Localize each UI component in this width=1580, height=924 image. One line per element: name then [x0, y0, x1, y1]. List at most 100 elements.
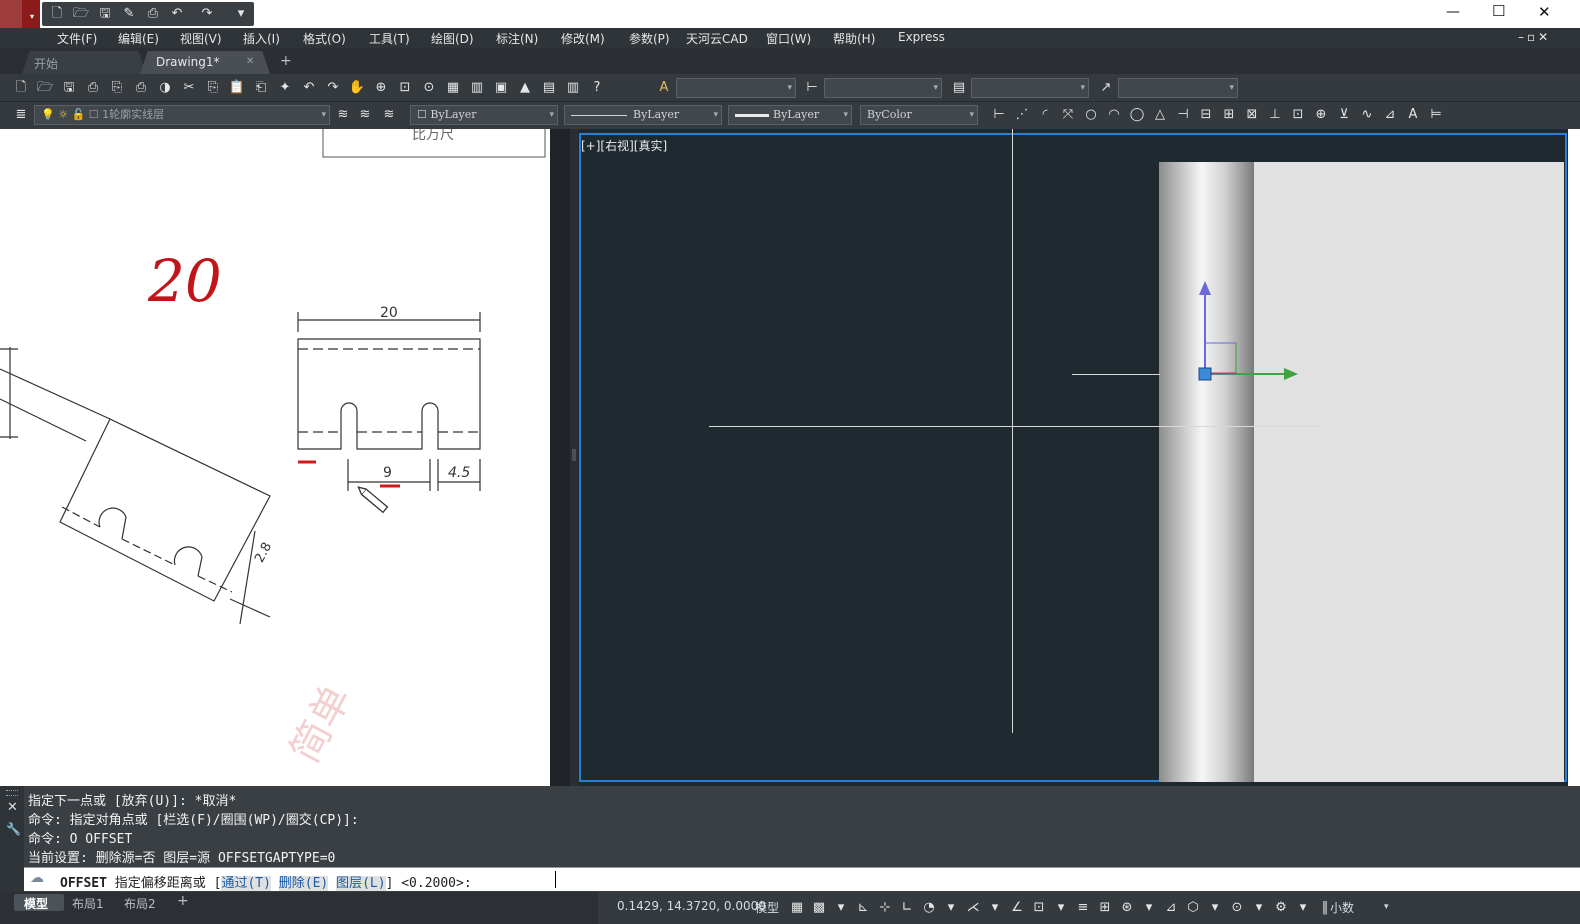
dim-edit-icon[interactable]: ⊿ [1381, 106, 1399, 124]
inspection-icon[interactable]: ⊻ [1335, 106, 1353, 124]
option-through[interactable]: 通过(T) [221, 876, 271, 891]
redo-icon[interactable]: ↷ [198, 5, 216, 23]
plotstyle-select[interactable]: ByColor ▾ [860, 105, 978, 125]
tab-close-icon[interactable]: ✕ [246, 56, 254, 67]
text-style-icon[interactable]: A [655, 79, 673, 97]
saveas-icon[interactable]: ✎ [120, 5, 138, 23]
plot-icon[interactable]: ⎙ [84, 79, 102, 97]
customize-icon[interactable]: ▾ [232, 5, 250, 23]
dim-baseline-icon[interactable]: ⊟ [1197, 106, 1215, 124]
dim-style-select[interactable]: ▾ [824, 78, 942, 98]
pane-divider[interactable] [550, 129, 578, 786]
print-icon[interactable]: ⎙ [144, 5, 162, 23]
save-icon[interactable]: 🖫 [60, 79, 78, 97]
tab-layout1[interactable]: 布局1 [72, 895, 104, 912]
infer-icon[interactable]: ⊾ [854, 899, 872, 917]
paste-icon[interactable]: 📋 [228, 79, 246, 97]
polar-icon[interactable]: ◔ [920, 899, 938, 917]
table-style-select[interactable]: ▾ [971, 78, 1089, 98]
color-select[interactable]: ☐ ByLayer ▾ [410, 105, 558, 125]
menu-edit[interactable]: 编辑(E) [118, 30, 159, 47]
polar-menu-icon[interactable]: ▾ [942, 899, 960, 917]
minimize-button[interactable]: — [1446, 4, 1460, 20]
coordinates-readout[interactable]: 0.1429, 14.3720, 0.0000 [617, 899, 766, 913]
osnap-menu-icon[interactable]: ▾ [1052, 899, 1070, 917]
model-space-toggle[interactable]: 模型 [755, 899, 779, 916]
menu-window[interactable]: 窗口(W) [766, 30, 811, 47]
menu-express[interactable]: Express [898, 30, 945, 44]
pan-icon[interactable]: ✋ [348, 79, 366, 97]
command-window-handle[interactable]: ✕ 🔧 [0, 786, 24, 892]
menu-help[interactable]: 帮助(H) [833, 30, 875, 47]
selection-cycling-icon[interactable]: ⊛ [1118, 899, 1136, 917]
dynamic-ucs-icon[interactable]: ⬡ [1184, 899, 1202, 917]
cylinder-3d-object[interactable] [1159, 162, 1254, 782]
layer-manager-icon[interactable]: ≣ [12, 106, 30, 124]
ucs-gizmo-icon[interactable] [1190, 277, 1300, 387]
snap-menu-icon[interactable]: ▾ [832, 899, 850, 917]
new-icon[interactable]: 🗋 [12, 79, 30, 97]
menu-format[interactable]: 格式(O) [303, 30, 346, 47]
new-tab-button[interactable]: + [280, 53, 292, 69]
iso-menu-icon[interactable]: ▾ [986, 899, 1004, 917]
dim-aligned-icon[interactable]: ⋰ [1013, 106, 1031, 124]
workspace-menu-icon[interactable]: ▾ [1294, 899, 1312, 917]
add-layout-button[interactable]: + [177, 893, 189, 909]
help-icon[interactable]: ? [588, 79, 606, 97]
center-mark-icon[interactable]: ⊕ [1312, 106, 1330, 124]
menu-insert[interactable]: 插入(I) [243, 30, 280, 47]
3d-osnap-icon[interactable]: ⊿ [1162, 899, 1180, 917]
dim-linear-icon[interactable]: ⊢ [990, 106, 1008, 124]
open-icon[interactable]: 🗁 [36, 79, 54, 97]
match-props-icon[interactable]: ⎗ [252, 79, 270, 97]
jogged-linear-icon[interactable]: ∿ [1358, 106, 1376, 124]
menu-draw[interactable]: 绘图(D) [431, 30, 474, 47]
dim-ordinate-icon[interactable]: ⤧ [1059, 106, 1077, 124]
sheet-set-icon[interactable]: ▲ [516, 79, 534, 97]
tab-layout2[interactable]: 布局2 [124, 895, 156, 912]
gizmo-menu-icon[interactable]: ▾ [1250, 899, 1268, 917]
mleader-style-icon[interactable]: ↗ [1097, 79, 1115, 97]
layer-select[interactable]: 💡 ☼ 🔓 ☐ 1轮廓实线层 ▾ [34, 105, 330, 125]
layer-previous-icon[interactable]: ≋ [334, 106, 352, 124]
gizmo-icon[interactable]: ⊙ [1228, 899, 1246, 917]
dim-break-icon[interactable]: ⊥ [1266, 106, 1284, 124]
dim-radius-icon[interactable]: ○ [1082, 106, 1100, 124]
dim-space-icon[interactable]: ⊠ [1243, 106, 1261, 124]
cad-viewport[interactable]: [+][右视][真实] [578, 129, 1568, 786]
block-editor-icon[interactable]: ✦ [276, 79, 294, 97]
zoom-realtime-icon[interactable]: ⊕ [372, 79, 390, 97]
undo-icon[interactable]: ↶ [300, 79, 318, 97]
3d-print-icon[interactable]: ◑ [156, 79, 174, 97]
dim-style-icon[interactable]: ⊢ [803, 79, 821, 97]
tool-palettes-icon[interactable]: ▣ [492, 79, 510, 97]
customize-wrench-icon[interactable]: 🔧 [6, 822, 21, 836]
menu-modify[interactable]: 修改(M) [561, 30, 605, 47]
plot-preview-icon[interactable]: ⎘ [108, 79, 126, 97]
menu-file[interactable]: 文件(F) [57, 30, 97, 47]
option-erase[interactable]: 删除(E) [278, 876, 329, 891]
tab-model[interactable]: 模型 [14, 894, 64, 911]
zoom-window-icon[interactable]: ⊡ [396, 79, 414, 97]
ortho-icon[interactable]: ∟ [898, 899, 916, 917]
dim-angular-icon[interactable]: △ [1151, 106, 1169, 124]
dim-quick-icon[interactable]: ⊣ [1174, 106, 1192, 124]
mleader-style-select[interactable]: ▾ [1118, 78, 1238, 98]
redo-icon[interactable]: ↷ [324, 79, 342, 97]
app-logo[interactable]: ▾ [0, 0, 40, 28]
dynamic-input-icon[interactable]: ⊹ [876, 899, 894, 917]
markup-icon[interactable]: ▤ [540, 79, 558, 97]
calculator-icon[interactable]: ▥ [564, 79, 582, 97]
cut-icon[interactable]: ✂ [180, 79, 198, 97]
save-icon[interactable]: 🖫 [96, 5, 114, 23]
ucs-menu-icon[interactable]: ▾ [1206, 899, 1224, 917]
open-icon[interactable]: 🗁 [72, 5, 90, 23]
dim-jogged-icon[interactable]: ◠ [1105, 106, 1123, 124]
dim-arc-icon[interactable]: ◜ [1036, 106, 1054, 124]
layer-match-icon[interactable]: ≋ [356, 106, 374, 124]
menu-tools[interactable]: 工具(T) [369, 30, 410, 47]
lineweight-select[interactable]: ByLayer ▾ [728, 105, 852, 125]
snap-icon[interactable]: ▩ [810, 899, 828, 917]
properties-icon[interactable]: ▦ [444, 79, 462, 97]
table-style-icon[interactable]: ▤ [950, 79, 968, 97]
